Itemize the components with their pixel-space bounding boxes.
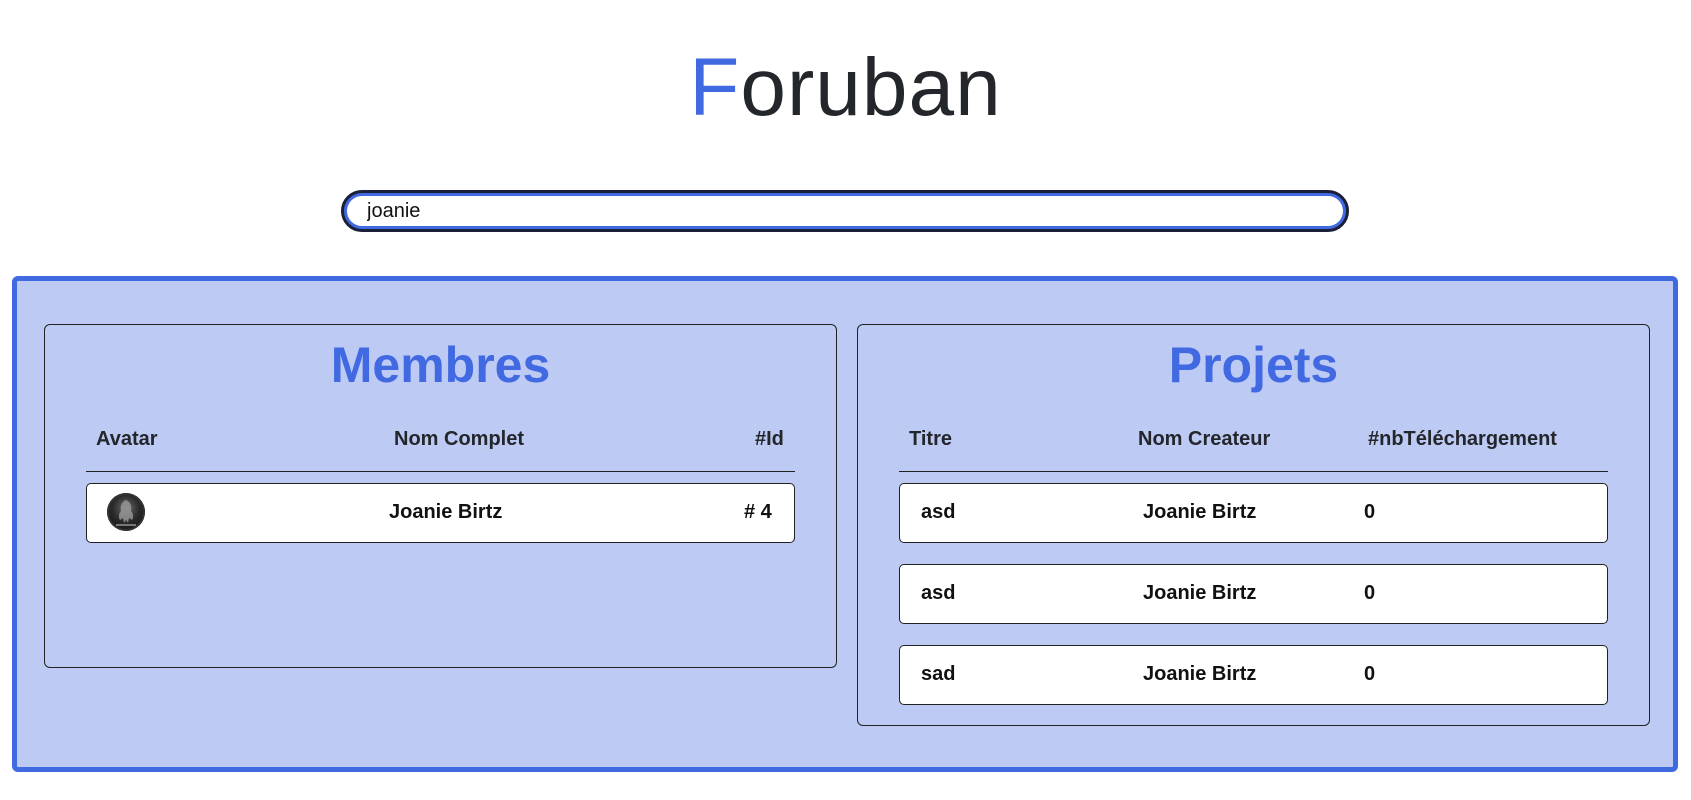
projects-col-title: Titre: [909, 428, 952, 450]
project-creator: Joanie Birtz: [1143, 582, 1257, 604]
project-title: sad: [921, 663, 956, 685]
members-panel: Membres Avatar Nom Complet #Id Joanie Bi…: [44, 324, 837, 668]
project-row[interactable]: asd Joanie Birtz 0: [899, 483, 1608, 543]
projects-header-divider: [899, 471, 1608, 472]
member-row[interactable]: Joanie Birtz # 4: [86, 483, 795, 543]
project-downloads: 0: [1364, 582, 1376, 604]
results-container: Membres Avatar Nom Complet #Id Joanie Bi…: [12, 276, 1678, 772]
search-input[interactable]: [347, 196, 1343, 226]
members-col-id: #Id: [755, 428, 784, 450]
projects-title: Projets: [1168, 337, 1339, 393]
members-col-avatar: Avatar: [96, 428, 158, 450]
member-name: Joanie Birtz: [389, 501, 503, 523]
logo-text: oruban: [740, 42, 1002, 133]
search-bar: [341, 190, 1349, 232]
projects-panel: Projets Titre Nom Createur #nbTélécharge…: [857, 324, 1650, 726]
logo-accent-letter: F: [689, 42, 741, 133]
members-title: Membres: [330, 337, 551, 393]
project-row[interactable]: asd Joanie Birtz 0: [899, 564, 1608, 624]
project-creator: Joanie Birtz: [1143, 663, 1257, 685]
member-id: # 4: [744, 501, 772, 523]
members-col-name: Nom Complet: [394, 428, 524, 450]
projects-col-creator: Nom Createur: [1138, 428, 1271, 450]
members-header-divider: [86, 471, 795, 472]
project-downloads: 0: [1364, 501, 1376, 523]
project-title: asd: [921, 501, 956, 523]
project-row[interactable]: sad Joanie Birtz 0: [899, 645, 1608, 705]
project-downloads: 0: [1364, 663, 1376, 685]
avatar-icon: [107, 493, 145, 531]
project-creator: Joanie Birtz: [1143, 501, 1257, 523]
projects-col-downloads: #nbTéléchargement: [1368, 428, 1557, 450]
site-logo: Foruban: [0, 40, 1691, 136]
project-title: asd: [921, 582, 956, 604]
